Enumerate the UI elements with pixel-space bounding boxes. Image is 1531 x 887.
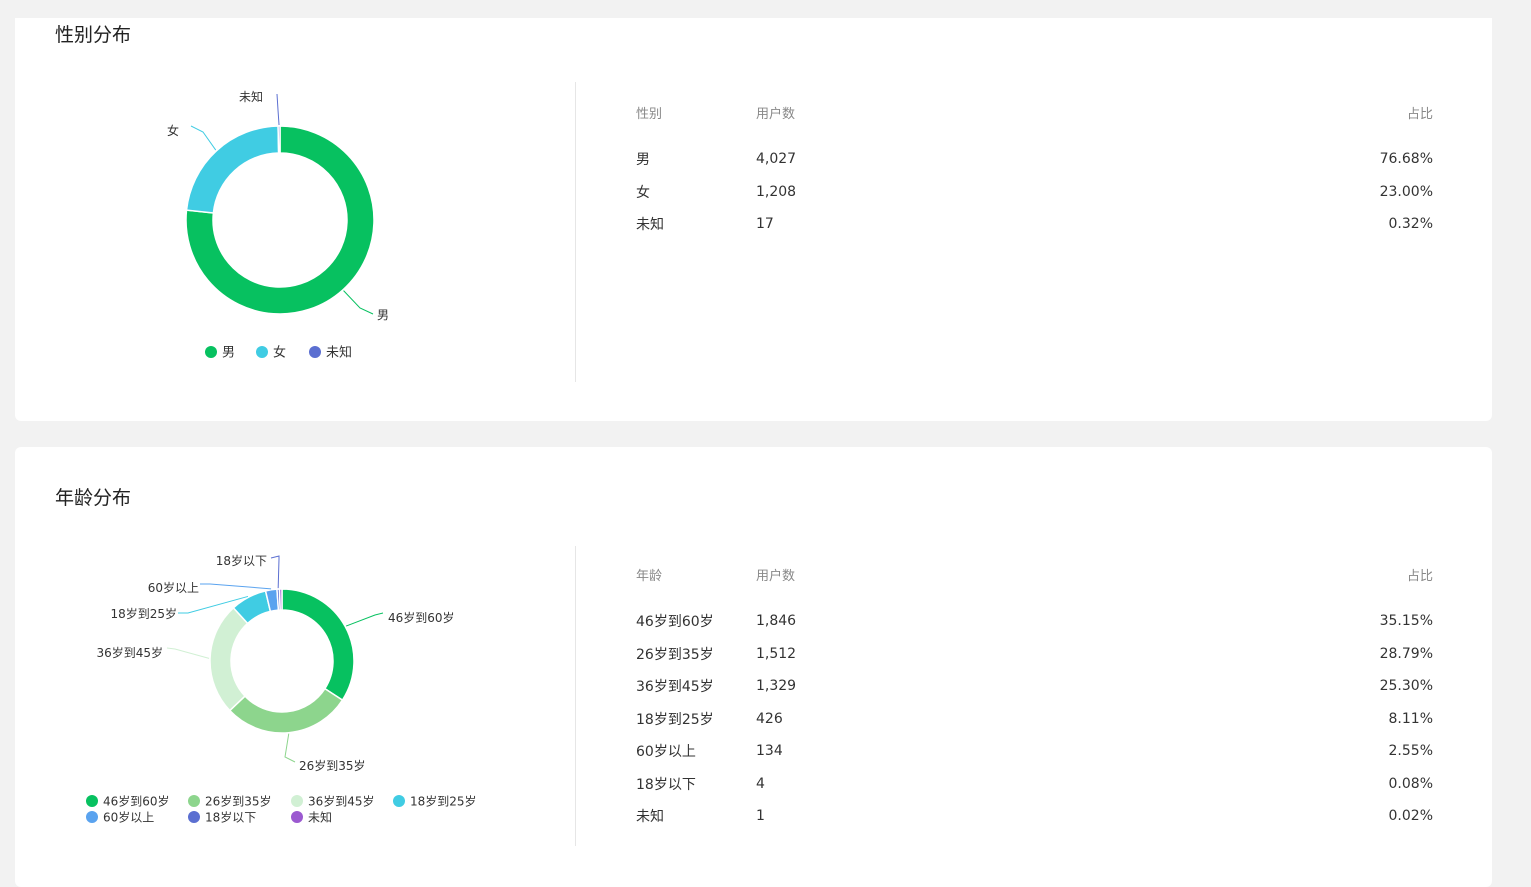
ratio-cell: 76.68% (1379, 151, 1433, 168)
legend-label[interactable]: 36岁到45岁 (308, 794, 375, 809)
count-cell: 17 (756, 216, 774, 233)
legend-marker[interactable] (256, 346, 268, 358)
table-row: 46岁到60岁 1,846 35.15% (636, 605, 1433, 638)
table-header-row: 性别 用户数 占比 (636, 100, 1433, 143)
gender-cell: 女 (636, 184, 650, 201)
legend-marker[interactable] (393, 795, 405, 807)
ratio-cell: 0.08% (1388, 775, 1433, 792)
age-cell: 未知 (636, 809, 664, 826)
table-row: 男 4,027 76.68% (636, 143, 1433, 176)
label-leader-line (343, 290, 374, 315)
legend-label[interactable]: 26岁到35岁 (205, 794, 272, 809)
count-cell: 1,208 (756, 183, 797, 200)
age-cell: 46岁到60岁 (636, 614, 714, 631)
label-leader-line (190, 125, 217, 151)
count-cell: 134 (756, 743, 783, 760)
age-cell: 60岁以上 (636, 744, 696, 761)
age-table: 年龄 用户数 占比 46岁到60岁 1,846 35.15% 26岁到35岁 1… (636, 562, 1433, 833)
legend-marker[interactable] (188, 811, 200, 823)
legend-label[interactable]: 60岁以上 (103, 810, 154, 825)
donut-slice-6[interactable] (278, 588, 283, 611)
age-cell: 36岁到45岁 (636, 679, 714, 696)
legend-label[interactable]: 18岁以下 (205, 810, 256, 825)
label-leader-line (166, 647, 210, 659)
slice-label: 女 (167, 123, 179, 138)
slice-label: 男 (377, 308, 389, 322)
label-leader-line (284, 733, 296, 763)
label-leader-line (200, 583, 272, 590)
ratio-cell: 8.11% (1388, 710, 1433, 727)
page-gutter (1493, 0, 1531, 864)
gender-donut-chart: 男女未知男女未知 (167, 90, 389, 361)
legend-label[interactable]: 女 (273, 345, 286, 361)
gender-distribution-card: 性别分布 男女未知男女未知 性别 用户数 占比 男 4,027 76.68% 女… (15, 18, 1492, 421)
table-row: 36岁到45岁 1,329 25.30% (636, 670, 1433, 703)
slice-label: 18岁以下 (216, 553, 267, 568)
ratio-cell: 23.00% (1379, 183, 1433, 200)
header-gender: 性别 (636, 106, 663, 122)
label-leader-line (270, 555, 280, 589)
slice-label: 46岁到60岁 (388, 610, 455, 625)
slice-label: 26岁到35岁 (299, 758, 366, 773)
legend-marker[interactable] (86, 795, 98, 807)
label-leader-line (276, 93, 280, 126)
slice-label: 18岁到25岁 (110, 606, 177, 621)
legend-marker[interactable] (205, 346, 217, 358)
ratio-cell: 0.02% (1388, 808, 1433, 825)
header-user-count: 用户数 (756, 568, 796, 584)
header-user-count: 用户数 (756, 106, 796, 122)
table-row: 60岁以上 134 2.55% (636, 735, 1433, 768)
table-row: 未知 1 0.02% (636, 800, 1433, 833)
table-row: 18岁到25岁 426 8.11% (636, 703, 1433, 736)
ratio-cell: 0.32% (1388, 216, 1433, 233)
count-cell: 1,512 (756, 645, 797, 662)
count-cell: 1,846 (756, 613, 797, 630)
gender-cell: 未知 (636, 217, 664, 234)
age-donut-chart: 46岁到60岁 26岁到35岁 36岁到45岁 18岁到25岁 60岁以上 18岁以下 46… (86, 553, 477, 825)
table-row: 18岁以下 4 0.08% (636, 768, 1433, 801)
ratio-cell: 28.79% (1379, 645, 1433, 662)
legend-label[interactable]: 46岁到60岁 (103, 794, 170, 809)
donut-slice-1[interactable] (228, 687, 344, 734)
count-cell: 426 (756, 710, 783, 727)
legend-label[interactable]: 男 (222, 346, 235, 361)
legend-label[interactable]: 未知 (308, 811, 332, 825)
count-cell: 1 (756, 808, 765, 825)
slice-label: 60岁以上 (148, 580, 199, 595)
header-ratio: 占比 (1406, 106, 1433, 122)
age-cell: 26岁到35岁 (636, 646, 714, 663)
count-cell: 4,027 (756, 151, 797, 168)
count-cell: 1,329 (756, 678, 797, 695)
section-divider (575, 546, 576, 846)
table-row: 女 1,208 23.00% (636, 176, 1433, 209)
header-age: 年龄 (636, 568, 663, 584)
ratio-cell: 2.55% (1388, 743, 1433, 760)
table-row: 26岁到35岁 1,512 28.79% (636, 638, 1433, 671)
legend-marker[interactable] (309, 346, 321, 358)
legend-marker[interactable] (188, 795, 200, 807)
label-leader-line (345, 612, 384, 627)
ratio-cell: 25.30% (1379, 678, 1433, 695)
slice-label: 36岁到45岁 (96, 645, 163, 660)
table-header-row: 年龄 用户数 占比 (636, 562, 1433, 605)
legend-marker[interactable] (291, 811, 303, 823)
table-row: 未知 17 0.32% (636, 208, 1433, 241)
section-divider (575, 82, 576, 382)
legend-label[interactable]: 18岁到25岁 (410, 794, 477, 809)
age-cell: 18岁以下 (636, 776, 696, 793)
legend-marker[interactable] (86, 811, 98, 823)
age-cell: 18岁到25岁 (636, 711, 714, 728)
header-ratio: 占比 (1406, 568, 1433, 584)
count-cell: 4 (756, 775, 765, 792)
donut-slice-2[interactable] (277, 125, 281, 154)
donut-slice-2[interactable] (209, 606, 249, 712)
donut-slice-1[interactable] (185, 125, 280, 214)
gender-cell: 男 (636, 152, 650, 169)
slice-label: 未知 (239, 90, 263, 104)
donut-slice-0[interactable] (281, 588, 355, 702)
legend-marker[interactable] (291, 795, 303, 807)
ratio-cell: 35.15% (1379, 613, 1433, 630)
gender-table: 性别 用户数 占比 男 4,027 76.68% 女 1,208 23.00% … (636, 100, 1433, 241)
legend-label[interactable]: 未知 (326, 345, 352, 361)
